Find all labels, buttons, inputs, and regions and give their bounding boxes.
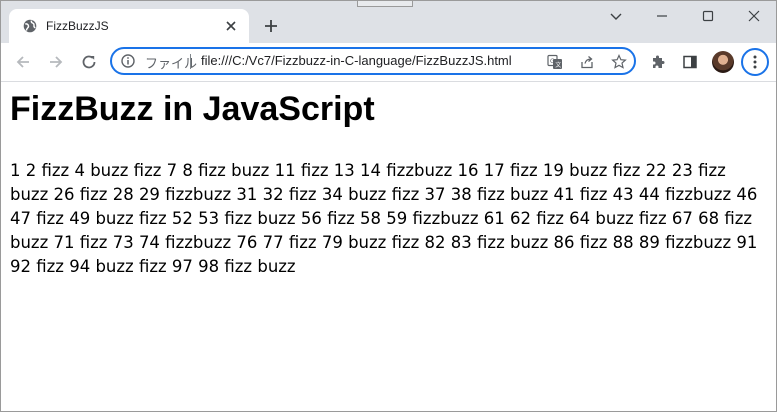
plus-icon[interactable]	[261, 16, 281, 36]
reload-icon[interactable]	[79, 52, 99, 72]
tab-title: FizzBuzzJS	[46, 19, 109, 33]
close-icon[interactable]	[740, 5, 768, 27]
globe-icon	[23, 19, 37, 33]
fizzbuzz-output: 1 2 fizz 4 buzz fizz 7 8 fizz buzz 11 fi…	[10, 161, 758, 276]
back-arrow-icon[interactable]	[13, 52, 33, 72]
divider	[190, 54, 191, 69]
url-text[interactable]: file:///C:/Vc7/Fizzbuzz-in-C-language/Fi…	[201, 53, 512, 68]
forward-arrow-icon[interactable]	[46, 52, 66, 72]
chevron-down-icon[interactable]	[602, 5, 630, 27]
translate-icon[interactable]: G 文	[546, 53, 564, 71]
avatar[interactable]	[712, 51, 734, 73]
window-drag-handle[interactable]	[357, 1, 413, 7]
tab-fizzbuzzjs[interactable]: FizzBuzzJS	[9, 9, 249, 43]
close-icon[interactable]	[223, 18, 239, 34]
browser-window: FizzBuzzJS ファイル file:///C:/Vc7/Fizzbuzz-…	[0, 0, 777, 412]
toolbar: ファイル file:///C:/Vc7/Fizzbuzz-in-C-langua…	[1, 43, 776, 82]
minimize-icon[interactable]	[648, 5, 676, 27]
kebab-menu-icon[interactable]	[741, 48, 769, 76]
extensions-puzzle-icon[interactable]	[648, 52, 668, 72]
side-panel-icon[interactable]	[680, 52, 700, 72]
address-bar[interactable]: ファイル file:///C:/Vc7/Fizzbuzz-in-C-langua…	[110, 47, 636, 75]
tab-strip: FizzBuzzJS	[1, 1, 776, 43]
maximize-icon[interactable]	[694, 5, 722, 27]
svg-text:文: 文	[555, 61, 561, 69]
page-title: FizzBuzz in JavaScript	[10, 90, 375, 128]
info-icon[interactable]	[121, 54, 135, 68]
bookmark-star-icon[interactable]	[610, 53, 628, 71]
page-content: FizzBuzz in JavaScript 1 2 fizz 4 buzz f…	[1, 82, 776, 411]
share-icon[interactable]	[578, 53, 596, 71]
